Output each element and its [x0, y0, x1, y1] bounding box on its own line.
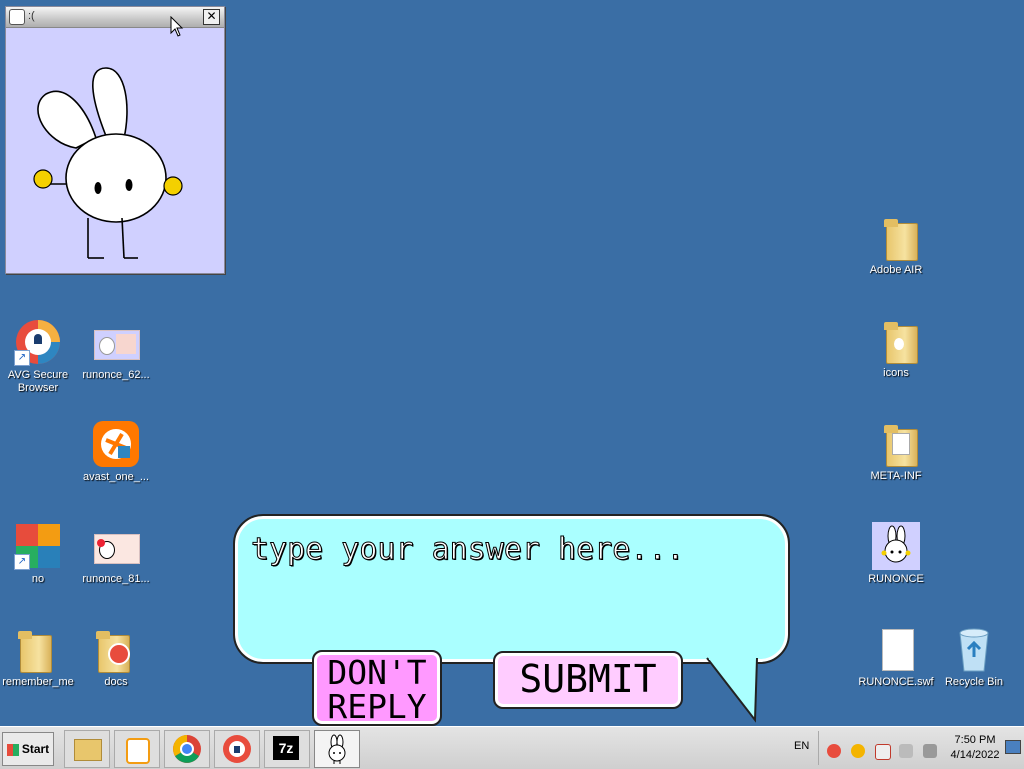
dont-reply-button[interactable]: DON'T REPLY — [312, 650, 442, 726]
desktop-icon-no[interactable]: ↗ no — [0, 522, 78, 586]
taskbar: Start 7z EN 7:50 PM 4/14/2022 — [0, 726, 1024, 769]
window-title: :( — [28, 10, 35, 22]
folder-icon — [74, 739, 102, 761]
desktop-icon-label: AVG Secure Browser — [7, 369, 69, 394]
bunny-illustration — [33, 67, 183, 259]
system-tray: 7:50 PM 4/14/2022 — [818, 731, 1023, 765]
desktop-icon-label: RUNONCE — [868, 573, 924, 585]
desktop-icon-adobe-air[interactable]: Adobe AIR — [856, 213, 936, 277]
chrome-icon — [173, 735, 201, 763]
desktop-icon-runonce[interactable]: RUNONCE — [856, 522, 936, 586]
bunny-window[interactable]: :( ✕ — [5, 6, 225, 274]
taskbar-chrome-button[interactable] — [164, 730, 210, 768]
taskbar-runonce-button[interactable] — [314, 730, 360, 768]
desktop-icon-label: remember_me — [2, 676, 74, 688]
chrome-tray-icon[interactable] — [851, 744, 865, 758]
image-thumbnail-icon — [92, 318, 140, 366]
desktop-icon-label: META-INF — [870, 470, 922, 482]
file-icon — [872, 625, 920, 673]
dont-reply-line2: REPLY — [327, 687, 427, 726]
desktop-icon-docs[interactable]: docs — [76, 625, 156, 689]
runonce-app-icon — [328, 734, 346, 764]
taskbar-explorer-button[interactable] — [64, 730, 110, 768]
desktop-icon-label: avast_one_... — [82, 471, 150, 483]
desktop-icon-label: runonce_81... — [82, 573, 150, 585]
start-button[interactable]: Start — [2, 732, 54, 766]
desktop-icon-runonce62[interactable]: runonce_62... — [76, 318, 156, 382]
security-alert-icon[interactable] — [875, 744, 891, 760]
taskbar-media-player-button[interactable] — [114, 730, 160, 768]
clock-time: 7:50 PM — [954, 734, 996, 746]
avg-browser-icon: ↗ — [14, 318, 62, 366]
folder-icon — [872, 419, 920, 467]
volume-icon[interactable] — [923, 744, 937, 758]
submit-button[interactable]: SUBMIT — [493, 651, 683, 709]
7zip-icon: 7z — [273, 736, 299, 760]
avast-icon — [92, 420, 140, 468]
dont-reply-line1: DON'T — [327, 653, 427, 692]
desktop-icon-recycle-bin[interactable]: Recycle Bin — [934, 625, 1014, 689]
window-title-bar[interactable]: :( ✕ — [6, 7, 224, 28]
runonce-app-icon — [872, 522, 920, 570]
desktop-icon-runonce81[interactable]: runonce_81... — [76, 522, 156, 586]
mouse-cursor-icon — [170, 16, 184, 37]
folder-icon — [14, 625, 62, 673]
desktop-icon-label: Adobe AIR — [869, 264, 923, 276]
desktop-icon-avast[interactable]: avast_one_... — [76, 420, 156, 484]
desktop-icon-label: docs — [104, 676, 128, 688]
shortcut-arrow-icon: ↗ — [14, 554, 30, 570]
window-close-button[interactable]: ✕ — [203, 9, 220, 25]
clock-date: 4/14/2022 — [950, 749, 1000, 761]
desktop-icon-label: runonce_62... — [82, 369, 150, 381]
taskbar-7zip-button[interactable]: 7z — [264, 730, 310, 768]
window-app-icon — [9, 9, 25, 25]
taskbar-avg-browser-button[interactable] — [214, 730, 260, 768]
folder-icon — [872, 316, 920, 364]
desktop-icon-label: no — [31, 573, 45, 585]
windows-logo-icon — [6, 743, 19, 756]
desktop-icon-label: Recycle Bin — [944, 676, 1004, 688]
speech-bubble-tail — [706, 650, 758, 723]
avg-browser-icon — [223, 735, 251, 763]
image-thumbnail-icon — [92, 522, 140, 570]
clock[interactable]: 7:50 PM 4/14/2022 — [947, 733, 1003, 763]
desktop-icon-remember-me[interactable]: remember_me — [0, 625, 78, 689]
shortcut-arrow-icon: ↗ — [14, 350, 30, 366]
desktop-icon-label: icons — [883, 367, 909, 379]
folder-icon — [872, 213, 920, 261]
language-indicator[interactable]: EN — [794, 727, 809, 769]
desktop-icon-meta-inf[interactable]: META-INF — [856, 419, 936, 483]
desktop-icon-avg[interactable]: ↗ AVG Secure Browser — [0, 318, 78, 395]
answer-input[interactable] — [249, 528, 773, 570]
recycle-bin-icon — [950, 625, 998, 673]
show-desktop-icon[interactable] — [1005, 740, 1021, 754]
media-player-icon — [126, 738, 150, 764]
answer-speech-bubble — [233, 514, 790, 664]
avast-shortcut-icon: ↗ — [14, 522, 62, 570]
avg-tray-icon[interactable] — [827, 744, 841, 758]
desktop-icon-icons[interactable]: icons — [856, 316, 936, 380]
desktop-icon-runonce-swf[interactable]: RUNONCE.swf — [856, 625, 936, 689]
network-icon[interactable] — [899, 744, 913, 758]
desktop-icon-label: RUNONCE.swf — [858, 676, 934, 688]
folder-icon — [92, 625, 140, 673]
